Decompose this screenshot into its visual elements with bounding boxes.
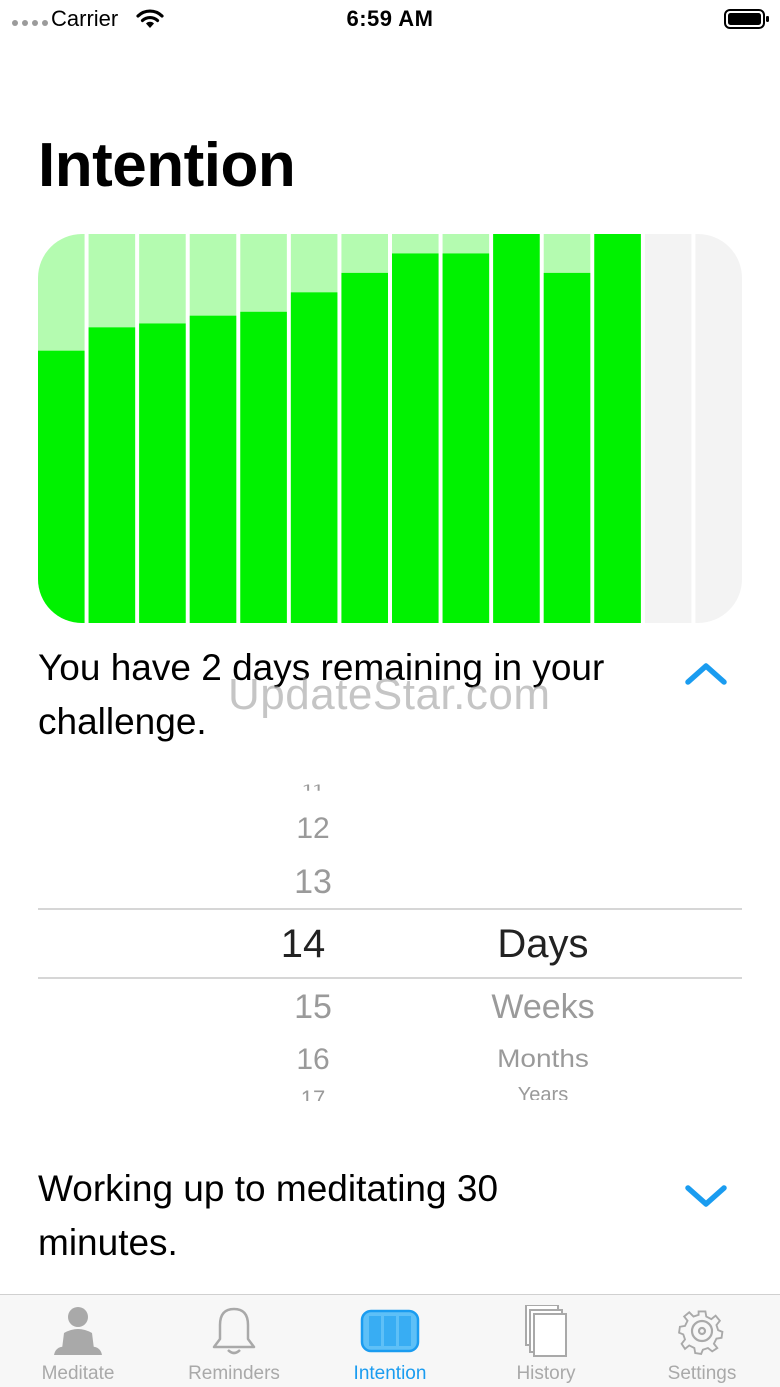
chart-progress-bar xyxy=(240,311,287,623)
picker-number-option[interactable]: 11 xyxy=(278,782,348,791)
tab-label: History xyxy=(516,1363,576,1384)
tab-meditate[interactable]: Meditate xyxy=(0,1295,156,1387)
chart-progress-bar xyxy=(189,315,237,623)
picker-number-option[interactable]: 15 xyxy=(278,988,348,1027)
picker-unit-option[interactable]: Weeks xyxy=(458,988,628,1027)
tab-settings[interactable]: Settings xyxy=(624,1295,780,1387)
duration-picker[interactable]: 11 12 13 14 15 16 17 Days Weeks Months Y… xyxy=(38,770,742,1115)
page-title: Intention xyxy=(38,131,296,200)
chart-progress-bar xyxy=(594,234,641,623)
intention-icon xyxy=(360,1309,420,1353)
bell-icon xyxy=(212,1307,256,1355)
picker-unit-option[interactable]: Years xyxy=(458,1084,628,1100)
status-time: 6:59 AM xyxy=(346,6,434,31)
progress-chart xyxy=(38,234,742,623)
goal-text: Working up to meditating 30 minutes. xyxy=(38,1168,499,1263)
progress-chart-svg xyxy=(38,234,742,623)
chart-progress-bar xyxy=(493,234,540,623)
tab-label: Meditate xyxy=(41,1363,115,1384)
chart-progress-bar xyxy=(88,327,136,623)
picker-selection-top-line xyxy=(38,908,742,910)
chart-progress-bar xyxy=(341,272,388,623)
chart-progress-bar xyxy=(392,253,439,623)
gear-icon xyxy=(678,1310,724,1355)
picker-unit-option[interactable]: Months xyxy=(458,1045,628,1074)
picker-unit-selected[interactable]: Days xyxy=(458,922,628,967)
chart-target-bar xyxy=(695,234,742,623)
chart-progress-bar xyxy=(543,272,591,623)
picker-number-option[interactable]: 13 xyxy=(278,863,348,902)
picker-number-option[interactable]: 17 xyxy=(278,1086,348,1101)
tab-intention[interactable]: Intention xyxy=(312,1295,468,1387)
chart-progress-bar xyxy=(442,253,490,623)
tab-label: Reminders xyxy=(188,1363,280,1384)
challenge-status-text: You have 2 days remaining in your challe… xyxy=(38,647,605,742)
chart-progress-bar xyxy=(290,292,338,623)
tab-label: Settings xyxy=(667,1363,737,1384)
tab-history[interactable]: History xyxy=(468,1295,624,1387)
picker-number-option[interactable]: 16 xyxy=(278,1043,348,1077)
chevron-up-icon[interactable] xyxy=(683,658,729,688)
picker-selection-bottom-line xyxy=(38,977,742,979)
status-bar: Carrier 6:59 AM xyxy=(0,0,780,40)
chevron-down-icon[interactable] xyxy=(683,1182,729,1212)
picker-number-option[interactable]: 12 xyxy=(278,812,348,846)
chart-progress-bar xyxy=(38,350,85,623)
chart-target-bar xyxy=(644,234,692,623)
chart-progress-bar xyxy=(139,323,186,623)
tab-reminders[interactable]: Reminders xyxy=(156,1295,312,1387)
picker-number-selected[interactable]: 14 xyxy=(268,922,338,967)
meditate-icon xyxy=(54,1307,102,1355)
tab-bar: Meditate Reminders Intention History Set… xyxy=(0,1294,780,1387)
tab-label: Intention xyxy=(353,1363,427,1384)
battery-icon xyxy=(724,9,769,29)
history-icon xyxy=(525,1305,567,1357)
